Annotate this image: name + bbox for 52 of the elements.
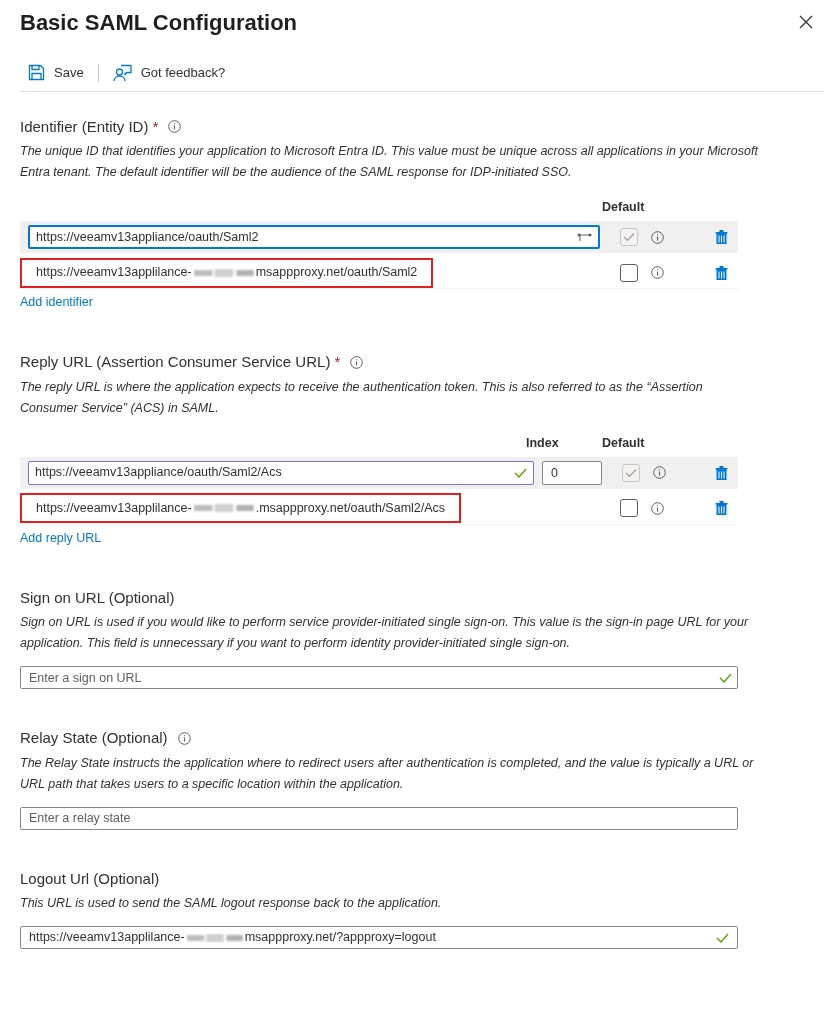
url-input[interactable]: https://veeamv13applilance- msappproxy.net/?appproxy=logout (20, 926, 738, 949)
checkmark-icon (716, 932, 729, 943)
delete-icon[interactable] (715, 229, 728, 245)
url-input[interactable]: https://veeamv13appliance/oauth/Saml2 (28, 225, 600, 249)
field-label: Relay State (Optional) (20, 728, 168, 748)
info-icon[interactable] (168, 120, 182, 134)
field-description: Sign on URL is used if you would like to perform service provider-initiated single sign-on. This value is the sign-in page URL for your application. This field is unnecessary if you want to perform identity provider-initiated single sign-on. (20, 614, 750, 652)
redacted-blur (192, 266, 255, 279)
delete-icon[interactable] (715, 264, 728, 281)
redacted-blur (185, 931, 244, 944)
close-button[interactable] (799, 14, 815, 30)
page-title: Basic SAML Configuration (20, 9, 298, 37)
toolbar-button[interactable]: Got feedback? (112, 63, 226, 83)
url-input[interactable]: https://veeamv13appliance/oauth/Saml2/Acs (28, 460, 534, 485)
column-header: Index (526, 434, 560, 452)
info-icon[interactable] (651, 501, 664, 515)
toolbar-button[interactable]: Save (20, 63, 84, 83)
info-icon[interactable] (653, 466, 666, 479)
index-input[interactable]: 0 (542, 460, 602, 485)
field-label: Sign on URL (Optional) (20, 587, 175, 608)
redacted-blur (192, 502, 255, 514)
field-description: The reply URL is where the application expects to receive the authentication token. This is also referred to as the “Assertion Consumer Service” (ACS) in SAML. (20, 378, 704, 417)
required-asterisk: * (152, 116, 159, 137)
add-link[interactable]: Add reply URL (20, 528, 102, 548)
column-header: Default (601, 199, 646, 217)
default-checkbox[interactable] (620, 499, 638, 517)
info-icon[interactable] (651, 230, 664, 244)
checkmark-icon (514, 467, 527, 478)
info-icon[interactable] (177, 731, 191, 745)
checkmark-icon (625, 467, 637, 478)
highlighted-url: https://veeamv13applilance- .msappproxy.net/oauth/Saml2/Acs (20, 493, 462, 523)
field-description: The Relay State instructs the application where to redirect users after authentication is completed, and the value is typically a URL or URL path that takes users to a specific location within the application. (20, 754, 755, 793)
field-description: The unique ID that identifies your application to Microsoft Entra ID. This value must be unique across all applications in your Microsoft Entra tenant. The default identifier will be the audience of the SAML response for IDP-initiated SSO. (20, 143, 760, 181)
save-icon (28, 64, 45, 82)
info-icon[interactable] (350, 355, 364, 369)
default-checkbox[interactable] (620, 263, 638, 282)
delete-icon[interactable] (715, 500, 728, 516)
info-icon[interactable] (651, 266, 664, 279)
url-input[interactable]: Enter a relay state (20, 806, 738, 830)
highlighted-url: https://veeamv13applilance- msappproxy.net/oauth/Saml2 (20, 257, 434, 288)
checkmark-icon (623, 232, 635, 242)
delete-icon[interactable] (715, 464, 728, 481)
field-label: Reply URL (Assertion Consumer Service URL) (20, 352, 331, 372)
field-description: This URL is used to send the SAML logout response back to the application. (20, 895, 443, 912)
column-header: Default (601, 434, 646, 452)
field-label: Identifier (Entity ID) (20, 116, 149, 137)
add-link[interactable]: Add identifier (20, 293, 93, 312)
url-input[interactable]: Enter a sign on URL (20, 666, 738, 689)
required-asterisk: * (334, 352, 341, 372)
feedback-icon (112, 63, 132, 82)
field-label: Logout Url (Optional) (20, 868, 160, 889)
checkmark-icon (719, 673, 732, 683)
